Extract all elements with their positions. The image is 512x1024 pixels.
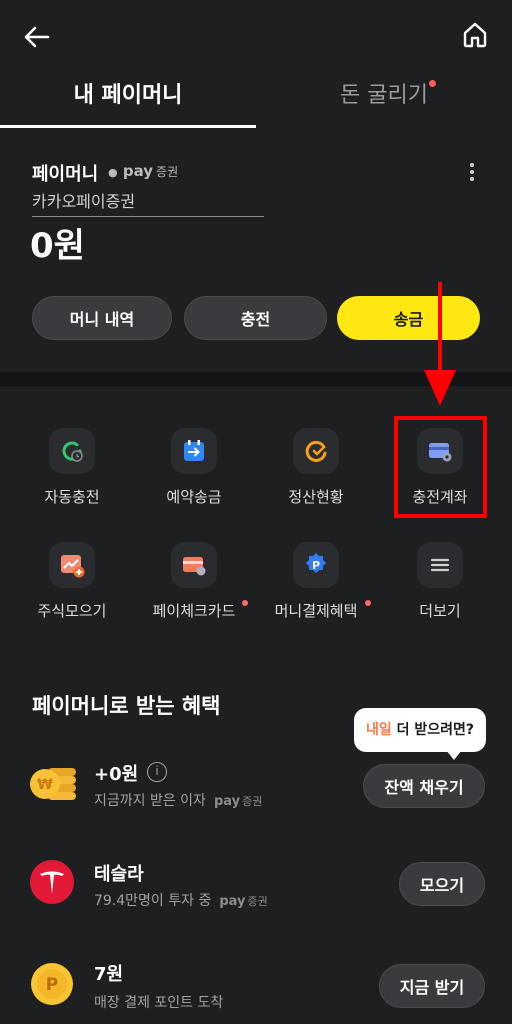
annotation-arrow-head xyxy=(424,370,456,406)
tesla-sub-text: 79.4만명이 투자 중 xyxy=(94,893,212,909)
pay-logo-text: pay xyxy=(122,162,154,180)
pay-logo-text: pay xyxy=(219,894,246,909)
interest-amount: +0원 xyxy=(94,764,139,785)
tesla-logo-icon xyxy=(30,860,74,904)
account-selector[interactable]: 카카오페이증권 xyxy=(32,188,264,217)
points-description: 매장 결제 포인트 도착 xyxy=(94,995,224,1011)
pay-logo: ● pay 증권 xyxy=(108,162,178,180)
fill-balance-button[interactable]: 잔액 채우기 xyxy=(363,764,485,808)
auto-charge-icon xyxy=(49,428,95,474)
tooltip-text: 더 받으려면? xyxy=(391,722,475,738)
interest-sub-text: 지금까지 받은 이자 xyxy=(94,793,206,809)
menu-label: 주식모으기 xyxy=(37,602,107,620)
check-card-notification-dot xyxy=(242,600,248,606)
settlement-icon xyxy=(293,428,339,474)
menu-item-scheduled-transfer[interactable]: 예약송금 xyxy=(134,428,254,528)
stock-collect-icon xyxy=(49,542,95,588)
annotation-arrow-line xyxy=(438,282,442,372)
tab-bar: 내 페이머니 돈 굴리기 xyxy=(0,70,512,128)
menu-item-stock-collect[interactable]: 주식모으기 xyxy=(12,542,132,642)
menu-item-check-card[interactable]: 페이체크카드 xyxy=(134,542,254,642)
benefits-section-title: 페이머니로 받는 혜택 xyxy=(32,694,221,718)
menu-item-auto-charge[interactable]: 자동충전 xyxy=(12,428,132,528)
top-bar xyxy=(0,0,512,70)
svg-text:P: P xyxy=(46,975,58,995)
send-button[interactable]: 송금 xyxy=(337,296,480,340)
menu-label: 자동충전 xyxy=(44,488,100,506)
scheduled-transfer-icon xyxy=(171,428,217,474)
pay-logo-sub: 증권 xyxy=(247,895,268,908)
tesla-description: 79.4만명이 투자 중 pay 증권 xyxy=(94,890,268,910)
payment-benefit-icon: P xyxy=(293,542,339,588)
tab-notification-dot xyxy=(429,80,436,87)
interest-description: 지금까지 받은 이자 pay 증권 xyxy=(94,790,262,810)
points-amount: 7원 xyxy=(94,964,124,985)
tab-my-paymoney[interactable]: 내 페이머니 xyxy=(0,70,256,128)
tesla-title: 테슬라 xyxy=(94,864,144,885)
menu-label: 페이체크카드 xyxy=(152,602,236,620)
payment-benefit-notification-dot xyxy=(365,600,371,606)
tooltip-highlight: 내일 xyxy=(366,722,392,738)
menu-icon xyxy=(417,542,463,588)
svg-text:P: P xyxy=(312,559,320,572)
pay-logo-sub: 증권 xyxy=(156,165,179,179)
menu-label: 정산현황 xyxy=(288,488,344,506)
pay-chat-bubble-icon: ● xyxy=(108,166,118,179)
menu-label: 머니결제혜택 xyxy=(274,602,358,620)
card-title: 페이머니 xyxy=(32,164,99,185)
pay-logo: pay 증권 xyxy=(214,794,262,809)
menu-label: 예약송금 xyxy=(166,488,222,506)
info-icon[interactable]: i xyxy=(147,762,167,782)
back-arrow-icon[interactable] xyxy=(20,20,54,54)
tab-grow-money[interactable]: 돈 굴리기 xyxy=(256,70,512,128)
menu-item-more[interactable]: 더보기 xyxy=(380,542,500,642)
more-options-icon[interactable] xyxy=(464,160,480,184)
money-history-button[interactable]: 머니 내역 xyxy=(32,296,172,340)
receive-now-button[interactable]: 지금 받기 xyxy=(379,964,485,1008)
home-icon[interactable] xyxy=(458,18,492,52)
benefit-tooltip: 내일 더 받으려면? xyxy=(354,708,487,752)
menu-label: 더보기 xyxy=(419,602,461,620)
pay-logo-sub: 증권 xyxy=(242,795,263,808)
pay-logo-text: pay xyxy=(213,794,241,809)
coin-stack-icon: ₩ xyxy=(30,768,76,800)
pay-logo: pay 증권 xyxy=(219,894,267,909)
charge-button[interactable]: 충전 xyxy=(184,296,327,340)
tooltip-tail xyxy=(446,750,462,760)
balance-amount: 0원 xyxy=(30,226,85,266)
menu-item-payment-benefit[interactable]: P 머니결제혜택 xyxy=(256,542,376,642)
collect-button[interactable]: 모으기 xyxy=(399,862,485,906)
annotation-highlight-box xyxy=(394,416,487,518)
point-coin-icon: P xyxy=(31,963,73,1005)
check-card-icon xyxy=(171,542,217,588)
svg-text:₩: ₩ xyxy=(37,777,53,793)
menu-item-settlement[interactable]: 정산현황 xyxy=(256,428,376,528)
